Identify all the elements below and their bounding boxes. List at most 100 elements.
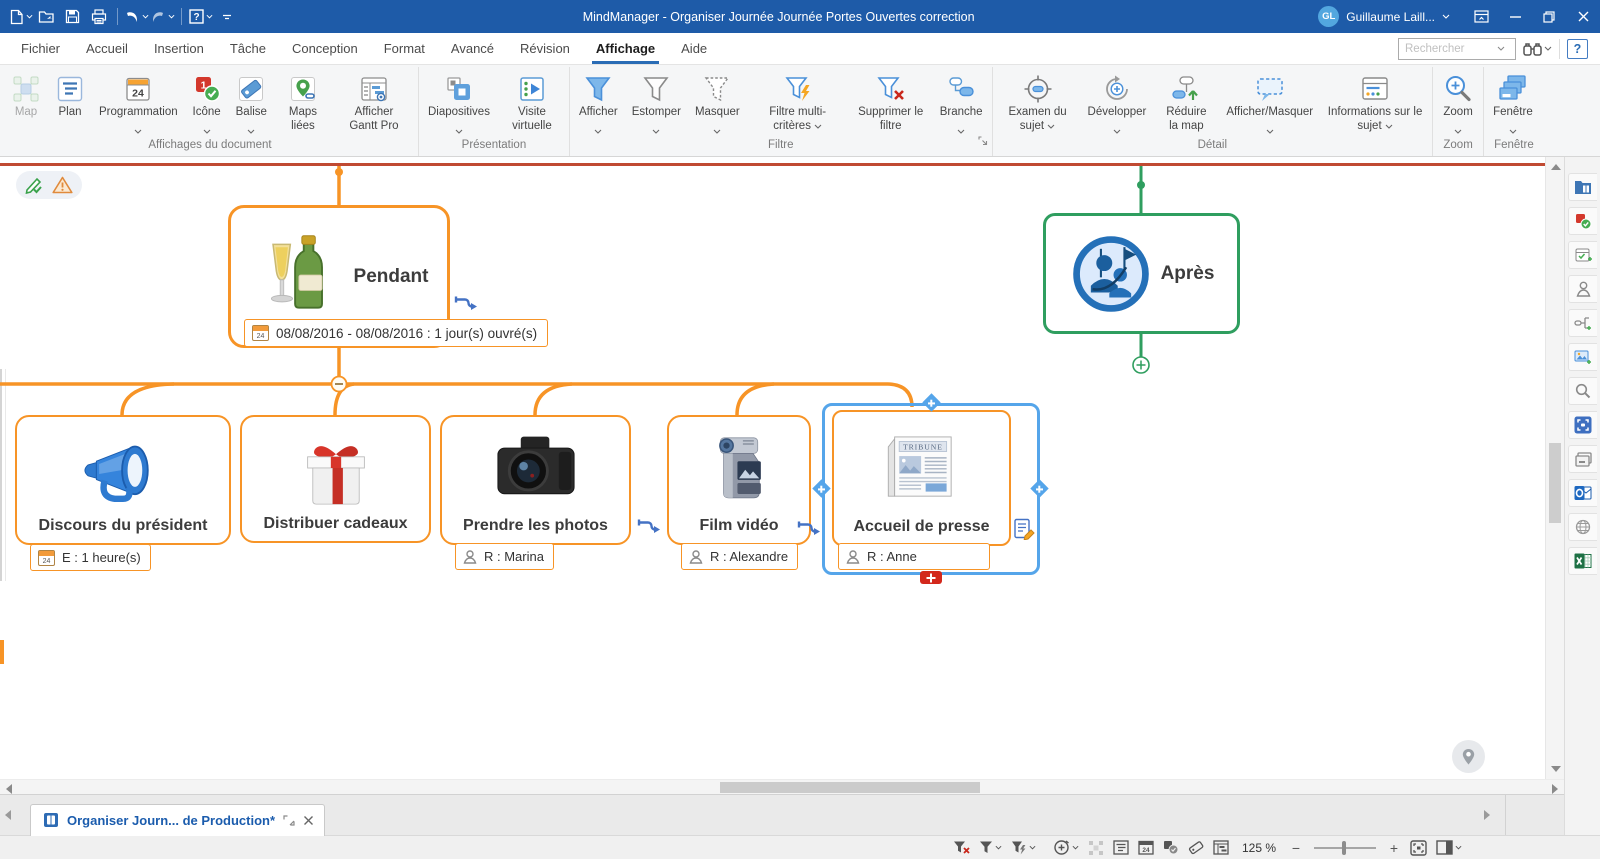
status-filter-button[interactable] (979, 840, 1002, 855)
ribbon-button-informations-sujet[interactable]: Informations sur le sujet (1320, 67, 1430, 133)
scroll-right-arrow[interactable] (1552, 784, 1558, 794)
horizontal-scrollbar[interactable] (0, 779, 1564, 794)
status-icons-view-button[interactable] (1163, 840, 1179, 855)
ribbon-button-plan[interactable]: Plan (48, 67, 92, 120)
zoom-in-button[interactable]: + (1387, 840, 1401, 856)
chevron-down-icon[interactable] (1497, 46, 1505, 51)
ribbon-button-masquer[interactable]: Masquer (688, 67, 747, 127)
ribbon-button-fenetre[interactable]: Fenêtre (1486, 67, 1540, 127)
presse-resource-tag[interactable]: R : Anne (838, 543, 990, 570)
scroll-down-arrow[interactable] (1551, 766, 1561, 772)
customize-toolbar-button[interactable] (214, 5, 239, 29)
library-pane-button[interactable] (1568, 173, 1597, 201)
ribbon-button-filtre-multi-criteres[interactable]: Filtre multi-critères (747, 67, 849, 133)
horizontal-scroll-thumb[interactable] (720, 782, 980, 793)
ribbon-button-reduire-map[interactable]: Réduire la map (1153, 67, 1219, 133)
document-tab[interactable]: Organiser Journ... de Production* (30, 804, 325, 836)
tabs-scroll-right-button[interactable] (1479, 810, 1495, 820)
ribbon-button-icone[interactable]: 1 Icône (185, 67, 229, 127)
relationship-icon[interactable] (637, 518, 660, 541)
search-pane-button[interactable] (1568, 377, 1597, 405)
status-power-filter-button[interactable] (1011, 840, 1036, 855)
tab-fichier[interactable]: Fichier (8, 33, 73, 64)
vertical-scrollbar[interactable] (1545, 157, 1564, 779)
snippets-pane-button[interactable] (1568, 445, 1597, 473)
panels-button[interactable] (1436, 840, 1462, 855)
status-map-view-button[interactable] (1088, 840, 1104, 856)
add-subtopic-badge[interactable] (920, 571, 942, 584)
open-button[interactable] (34, 5, 59, 29)
tab-avance[interactable]: Avancé (438, 33, 507, 64)
task-info-pane-button[interactable] (1568, 241, 1597, 269)
ribbon-button-balise[interactable]: Balise (229, 67, 274, 127)
pendant-date-label[interactable]: 24 08/08/2016 - 08/08/2016 : 1 jour(s) o… (244, 319, 548, 347)
zoom-slider-thumb[interactable] (1342, 841, 1346, 855)
tab-affichage[interactable]: Affichage (583, 33, 668, 64)
ribbon-button-afficher-masquer[interactable]: Afficher/Masquer (1219, 67, 1320, 127)
topic-cadeaux[interactable]: Distribuer cadeaux (240, 415, 431, 543)
topic-discours[interactable]: Discours du président (15, 415, 231, 545)
relationship-icon[interactable] (454, 295, 477, 318)
ribbon-button-programmation[interactable]: 24 Programmation (92, 67, 185, 127)
map-canvas[interactable]: Pendant 24 08/08/2016 - 08/08/2016 : 1 j… (0, 157, 1545, 779)
tab-format[interactable]: Format (371, 33, 438, 64)
topic-presse[interactable]: TRIBUNE Accueil de presse (832, 410, 1011, 546)
resources-pane-button[interactable] (1568, 275, 1597, 303)
ribbon-button-branche[interactable]: Branche (933, 67, 990, 127)
vertical-scroll-thumb[interactable] (1549, 443, 1561, 523)
tab-revision[interactable]: Révision (507, 33, 583, 64)
fit-map-pane-button[interactable] (1568, 411, 1597, 439)
web-pane-button[interactable] (1568, 513, 1597, 541)
tab-conception[interactable]: Conception (279, 33, 371, 64)
print-button[interactable] (86, 5, 111, 29)
map-pin-button[interactable] (1452, 740, 1485, 773)
ribbon-button-visite-virtuelle[interactable]: Visite virtuelle (497, 67, 567, 133)
help-pane-button[interactable]: ? (1567, 39, 1588, 59)
minimize-button[interactable] (1498, 0, 1532, 33)
ribbon-button-maps-liees[interactable]: Maps liées (274, 67, 332, 133)
ribbon-button-examen-sujet[interactable]: Examen du sujet (995, 67, 1081, 133)
search-input[interactable] (1405, 43, 1497, 55)
ribbon-button-diapositives[interactable]: Diapositives (421, 67, 497, 127)
excel-pane-button[interactable] (1568, 547, 1597, 575)
new-document-button[interactable] (8, 5, 33, 29)
dialog-launcher-button[interactable] (978, 133, 988, 151)
ribbon-button-map[interactable]: Map (4, 67, 48, 120)
ribbon-button-afficher[interactable]: Afficher (572, 67, 625, 127)
topic-notes-icon[interactable] (1013, 518, 1035, 545)
close-button[interactable] (1566, 0, 1600, 33)
account-menu[interactable]: GL Guillaume Laill... (1318, 6, 1450, 27)
save-button[interactable] (60, 5, 85, 29)
tab-tache[interactable]: Tâche (217, 33, 279, 64)
restore-button[interactable] (1532, 0, 1566, 33)
status-gantt-view-button[interactable] (1213, 840, 1229, 855)
status-tags-view-button[interactable] (1188, 840, 1204, 855)
icon-markers-pane-button[interactable] (1568, 207, 1597, 235)
relationship-icon[interactable] (797, 520, 820, 543)
fit-map-button[interactable] (1410, 840, 1427, 856)
undo-button[interactable] (124, 5, 149, 29)
tab-accueil[interactable]: Accueil (73, 33, 141, 64)
map-parts-pane-button[interactable] (1568, 309, 1597, 337)
topic-film[interactable]: Film vidéo (667, 415, 811, 545)
redo-button[interactable] (150, 5, 175, 29)
photos-resource-tag[interactable]: R : Marina (455, 543, 554, 570)
zoom-out-button[interactable]: − (1289, 840, 1303, 856)
ribbon-display-options-button[interactable] (1464, 0, 1498, 33)
search-box[interactable] (1398, 38, 1516, 60)
discours-effort-tag[interactable]: 24 E : 1 heure(s) (30, 544, 151, 571)
ribbon-button-zoom[interactable]: Zoom (1435, 67, 1481, 127)
status-remove-filter-button[interactable] (953, 840, 970, 855)
close-tab-icon[interactable] (303, 815, 314, 826)
help-button[interactable]: ? (188, 5, 213, 29)
topic-apres[interactable]: Après (1043, 213, 1240, 334)
ribbon-button-developper[interactable]: Développer (1081, 67, 1154, 127)
zoom-slider[interactable] (1314, 847, 1376, 849)
status-schedule-view-button[interactable]: 24 (1138, 840, 1154, 855)
status-outline-view-button[interactable] (1113, 840, 1129, 855)
float-tab-icon[interactable] (283, 815, 295, 826)
find-button[interactable] (1523, 41, 1552, 57)
tab-aide[interactable]: Aide (668, 33, 720, 64)
film-resource-tag[interactable]: R : Alexandre (681, 543, 798, 570)
tabs-scroll-left-button[interactable] (0, 810, 16, 820)
